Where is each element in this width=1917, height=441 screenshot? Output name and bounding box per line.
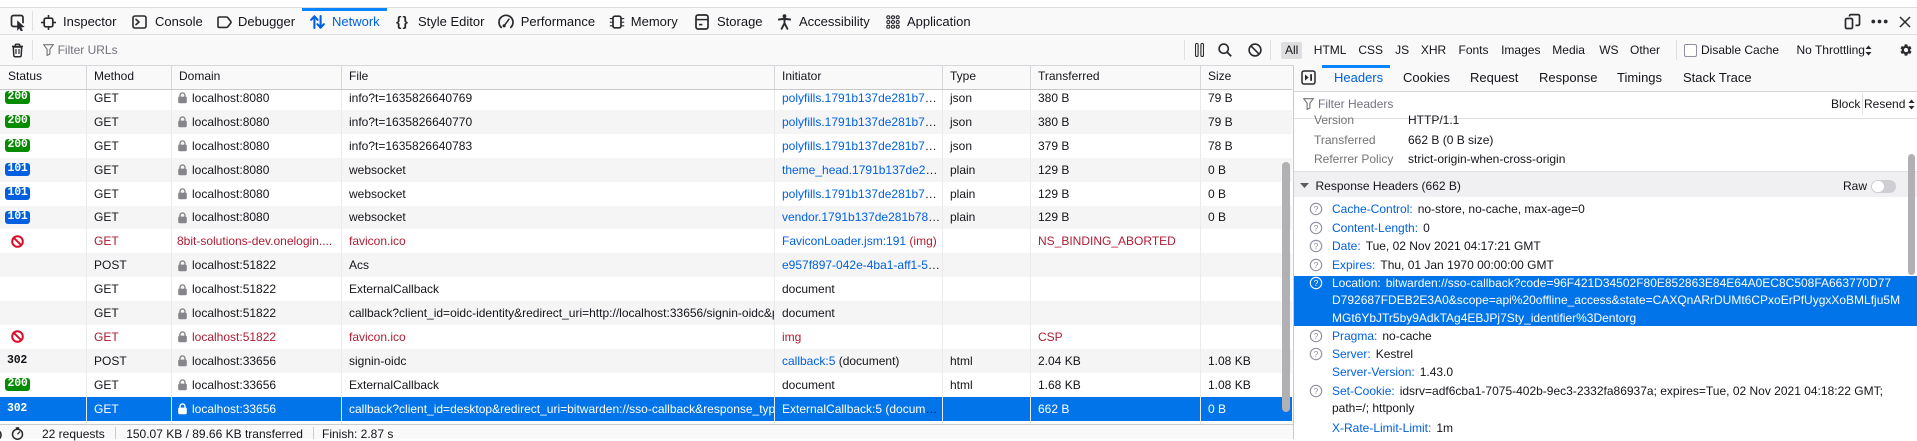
svg-text:?: ? — [1314, 349, 1319, 359]
svg-text:?: ? — [1314, 278, 1319, 288]
svg-text:?: ? — [1314, 331, 1319, 341]
svg-text:?: ? — [1314, 223, 1319, 233]
svg-text:?: ? — [1314, 204, 1319, 214]
svg-text:?: ? — [1314, 260, 1319, 270]
svg-text:?: ? — [1314, 386, 1319, 396]
svg-text:?: ? — [1314, 241, 1319, 251]
